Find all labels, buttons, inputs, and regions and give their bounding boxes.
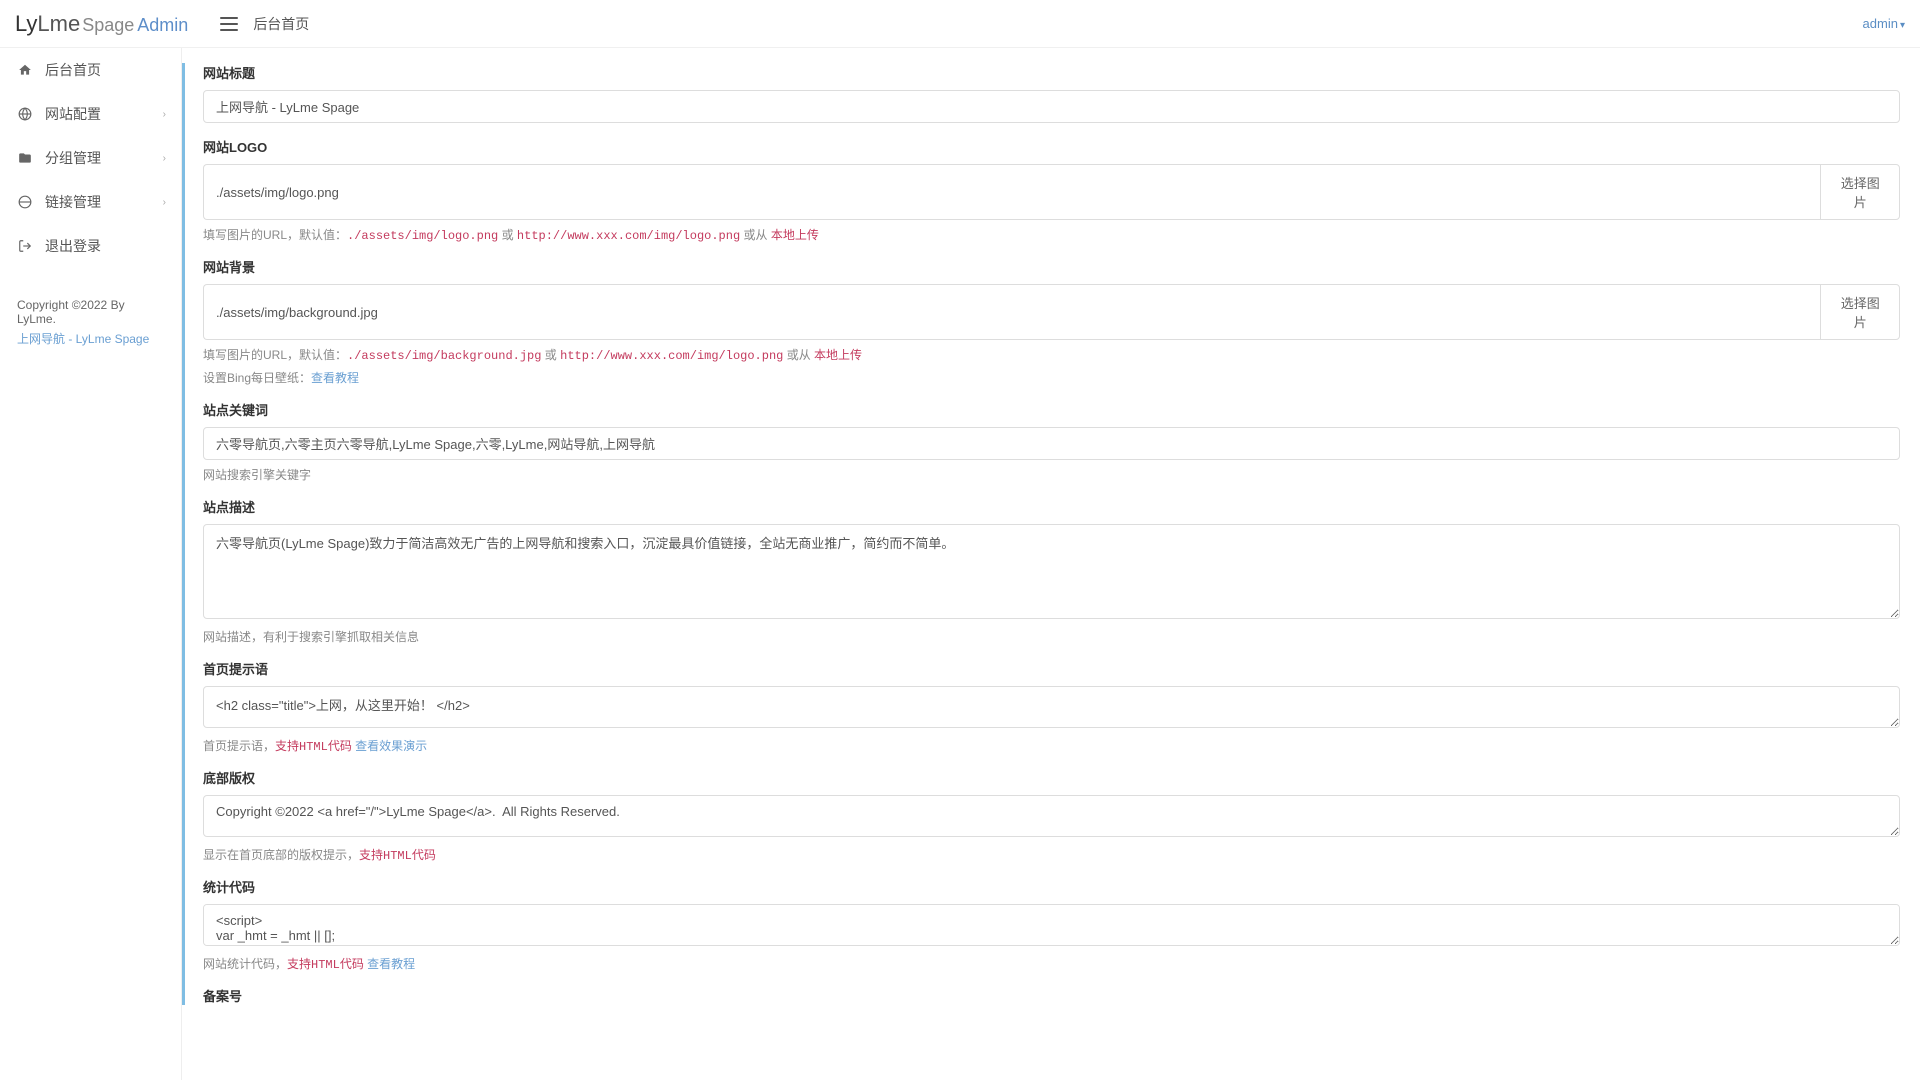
nav-list: 后台首页 网站配置 › 分组管理 › 链接管理: [0, 48, 181, 268]
sidebar-item-label: 分组管理: [45, 148, 101, 168]
stat-tutorial-link[interactable]: 查看教程: [364, 957, 415, 971]
sidebar-item-label: 链接管理: [45, 192, 101, 212]
chevron-right-icon: ›: [163, 197, 166, 208]
logo-admin: Admin: [137, 15, 188, 36]
menu-toggle[interactable]: 后台首页: [220, 14, 309, 34]
sidebar-item-label: 退出登录: [45, 236, 101, 256]
site-logo-input[interactable]: [203, 164, 1820, 220]
config-form: 网站标题 网站LOGO 选择图片 填写图片的URL，默认值：./assets/i…: [182, 63, 1900, 1005]
home-tip-textarea[interactable]: <h2 class="title">上网，从这里开始！ </h2>: [203, 686, 1900, 728]
demo-link[interactable]: 查看效果演示: [352, 739, 427, 753]
sidebar-item-dashboard[interactable]: 后台首页: [0, 48, 181, 92]
site-logo-select-button[interactable]: 选择图片: [1820, 164, 1900, 220]
form-group-home-tip: 首页提示语 <h2 class="title">上网，从这里开始！ </h2> …: [203, 659, 1900, 754]
logo-ly: Ly: [15, 11, 37, 37]
logo-lme: Lme: [37, 11, 80, 37]
main-content: 网站标题 网站LOGO 选择图片 填写图片的URL，默认值：./assets/i…: [182, 48, 1920, 1080]
desc-textarea[interactable]: 六零导航页(LyLme Spage)致力于简洁高效无广告的上网导航和搜索入口，沉…: [203, 524, 1900, 619]
form-group-keywords: 站点关键词 网站搜索引擎关键字: [203, 400, 1900, 483]
bing-tutorial-link[interactable]: 查看教程: [311, 371, 359, 385]
sidebar-item-group-manage[interactable]: 分组管理 ›: [0, 136, 181, 180]
form-group-site-bg: 网站背景 选择图片 填写图片的URL，默认值：./assets/img/back…: [203, 257, 1900, 386]
desc-help: 网站描述，有利于搜索引擎抓取相关信息: [203, 628, 1900, 645]
stat-code-help: 网站统计代码，支持HTML代码 查看教程: [203, 955, 1900, 972]
folder-icon: [17, 150, 33, 166]
form-group-site-title: 网站标题: [203, 63, 1900, 123]
local-upload-link[interactable]: 本地上传: [771, 229, 819, 243]
site-bg-select-button[interactable]: 选择图片: [1820, 284, 1900, 340]
keywords-help: 网站搜索引擎关键字: [203, 466, 1900, 483]
sidebar-footer-link[interactable]: 上网导航 - LyLme Spage: [17, 330, 164, 347]
sidebar-item-site-config[interactable]: 网站配置 ›: [0, 92, 181, 136]
user-menu[interactable]: admin: [1863, 16, 1905, 31]
form-group-desc: 站点描述 六零导航页(LyLme Spage)致力于简洁高效无广告的上网导航和搜…: [203, 497, 1900, 645]
bing-help: 设置Bing每日壁纸：查看教程: [203, 369, 1900, 386]
stat-code-label: 统计代码: [203, 877, 1900, 896]
hamburger-icon: [220, 17, 238, 31]
home-icon: [17, 62, 33, 78]
site-logo-label: 网站LOGO: [203, 137, 1900, 156]
sidebar-item-label: 后台首页: [45, 60, 101, 80]
site-title-label: 网站标题: [203, 63, 1900, 82]
form-group-stat-code: 统计代码 <script> var _hmt = _hmt || []; 网站统…: [203, 877, 1900, 972]
form-group-footer-copyright: 底部版权 Copyright ©2022 <a href="/">LyLme S…: [203, 768, 1900, 863]
home-tip-label: 首页提示语: [203, 659, 1900, 678]
local-upload-link[interactable]: 本地上传: [814, 349, 862, 363]
sidebar-item-link-manage[interactable]: 链接管理 ›: [0, 180, 181, 224]
form-group-site-logo: 网站LOGO 选择图片 填写图片的URL，默认值：./assets/img/lo…: [203, 137, 1900, 243]
logo[interactable]: LyLmeSpageAdmin: [15, 11, 188, 37]
footer-copyright-label: 底部版权: [203, 768, 1900, 787]
keywords-input[interactable]: [203, 427, 1900, 460]
chevron-right-icon: ›: [163, 109, 166, 120]
site-title-input[interactable]: [203, 90, 1900, 123]
logo-spage: Spage: [82, 15, 134, 36]
footer-copyright-textarea[interactable]: Copyright ©2022 <a href="/">LyLme Spage<…: [203, 795, 1900, 837]
sidebar-item-logout[interactable]: 退出登录: [0, 224, 181, 268]
home-tip-help: 首页提示语，支持HTML代码 查看效果演示: [203, 737, 1900, 754]
site-bg-help: 填写图片的URL，默认值：./assets/img/background.jpg…: [203, 346, 1900, 363]
sidebar-copyright: Copyright ©2022 By LyLme.: [17, 298, 125, 326]
footer-copyright-help: 显示在首页底部的版权提示，支持HTML代码: [203, 846, 1900, 863]
link-icon: [17, 194, 33, 210]
chevron-right-icon: ›: [163, 153, 166, 164]
header-left: LyLmeSpageAdmin 后台首页: [15, 11, 309, 37]
site-bg-input[interactable]: [203, 284, 1820, 340]
breadcrumb: 后台首页: [253, 14, 309, 34]
icp-label: 备案号: [203, 986, 1900, 1005]
form-group-icp: 备案号: [203, 986, 1900, 1005]
desc-label: 站点描述: [203, 497, 1900, 516]
logout-icon: [17, 238, 33, 254]
stat-code-textarea[interactable]: <script> var _hmt = _hmt || [];: [203, 904, 1900, 946]
sidebar-footer: Copyright ©2022 By LyLme. 上网导航 - LyLme S…: [0, 298, 181, 347]
sidebar-item-label: 网站配置: [45, 104, 101, 124]
header: LyLmeSpageAdmin 后台首页 admin: [0, 0, 1920, 48]
site-logo-help: 填写图片的URL，默认值：./assets/img/logo.png 或 htt…: [203, 226, 1900, 243]
globe-icon: [17, 106, 33, 122]
keywords-label: 站点关键词: [203, 400, 1900, 419]
site-bg-label: 网站背景: [203, 257, 1900, 276]
sidebar: 后台首页 网站配置 › 分组管理 › 链接管理: [0, 48, 182, 1080]
